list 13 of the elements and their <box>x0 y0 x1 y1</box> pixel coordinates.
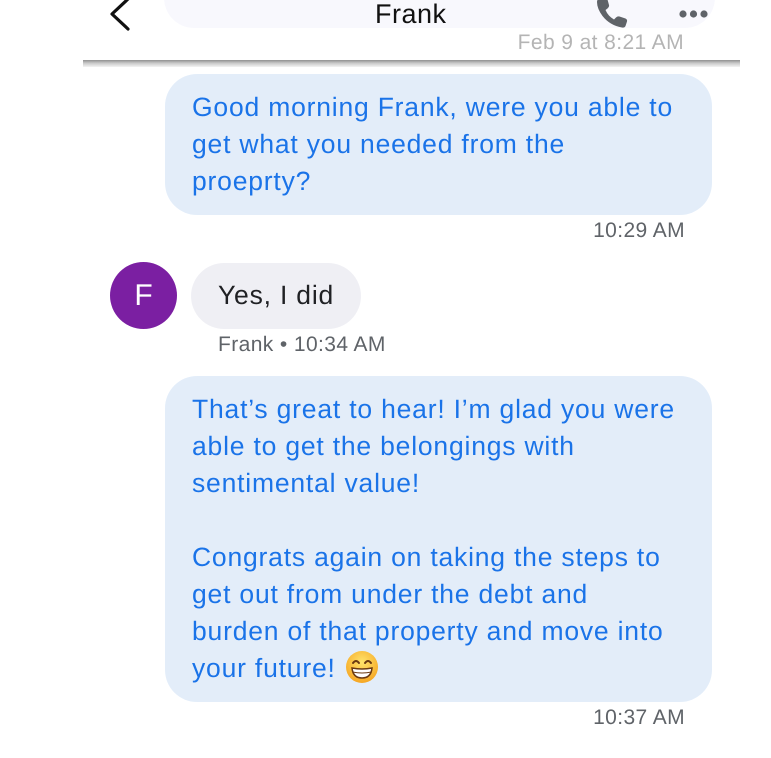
timestamp: 10:29 AM <box>593 219 685 243</box>
header-title: Frank <box>375 0 447 30</box>
more-icon[interactable] <box>679 10 708 18</box>
message-text: That’s great to hear! I’m glad you were able to get the belongings with sentimental value! <box>192 394 675 498</box>
timestamp: Feb 9 at 8:21 AM <box>518 31 684 55</box>
avatar: F <box>110 262 177 329</box>
message-text: Yes, I did <box>218 280 334 310</box>
back-icon[interactable] <box>109 0 131 31</box>
phone-icon[interactable] <box>596 0 628 28</box>
message-text: Congrats again on taking the steps to get out from under the debt and burden of that property and move into your future! <box>192 542 664 683</box>
sender-timestamp: Frank • 10:34 AM <box>218 333 386 357</box>
message-text: Good morning Frank, were you able to get what you needed from the proeprty? <box>192 92 674 196</box>
timestamp: 10:37 AM <box>593 706 685 730</box>
